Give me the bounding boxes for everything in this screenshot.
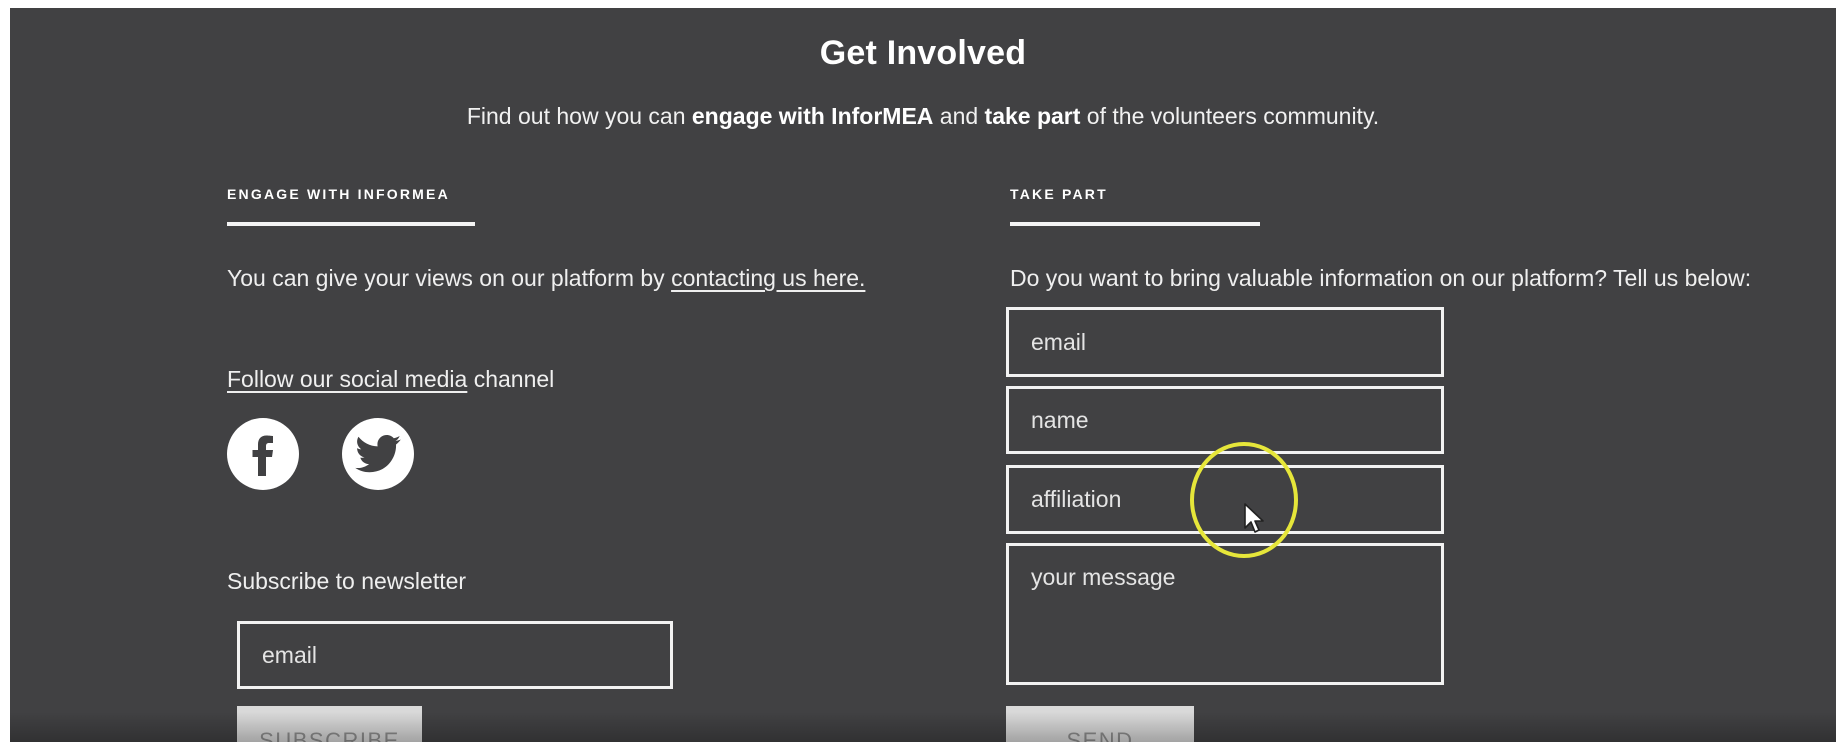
take-part-prompt: Do you want to bring valuable informatio… — [1010, 265, 1752, 291]
newsletter-label: Subscribe to newsletter — [227, 568, 467, 594]
social-media-link[interactable]: Follow our social media — [227, 366, 467, 392]
contact-us-link[interactable]: contacting us here. — [671, 265, 865, 291]
newsletter-email-input[interactable] — [237, 621, 673, 689]
message-textarea[interactable] — [1006, 543, 1444, 685]
engage-heading-rule — [227, 222, 475, 226]
twitter-glyph — [355, 435, 401, 473]
twitter-icon[interactable] — [342, 418, 414, 490]
facebook-icon[interactable] — [227, 418, 299, 490]
affiliation-input[interactable] — [1006, 465, 1444, 534]
name-input[interactable] — [1006, 386, 1444, 454]
intro-part-1: Find out how you can — [466, 103, 692, 129]
views-text: You can give your views on our platform … — [227, 265, 865, 292]
facebook-glyph — [252, 435, 273, 476]
send-button[interactable]: SEND — [1006, 706, 1194, 742]
social-channel-label: channel — [467, 366, 555, 392]
intro-part-2: and — [933, 103, 985, 129]
take-part-heading-rule — [1010, 222, 1260, 226]
subscribe-button[interactable]: SUBSCRIBE — [237, 706, 422, 742]
intro-part-3: of the volunteers community. — [1080, 103, 1380, 129]
intro-text: Find out how you can engage with InforME… — [10, 103, 1836, 130]
page-title: Get Involved — [819, 34, 1027, 72]
intro-bold-take-part: take part — [984, 103, 1081, 129]
engage-heading: ENGAGE WITH INFORMEA — [227, 186, 450, 202]
views-label: You can give your views on our platform … — [227, 265, 672, 291]
social-text: Follow our social media channel — [227, 366, 554, 393]
take-part-heading: TAKE PART — [1010, 186, 1108, 202]
intro-bold-engage: engage with InforMEA — [691, 103, 934, 129]
email-input[interactable] — [1006, 307, 1444, 377]
screen: Get Involved Find out how you can engage… — [10, 8, 1836, 742]
